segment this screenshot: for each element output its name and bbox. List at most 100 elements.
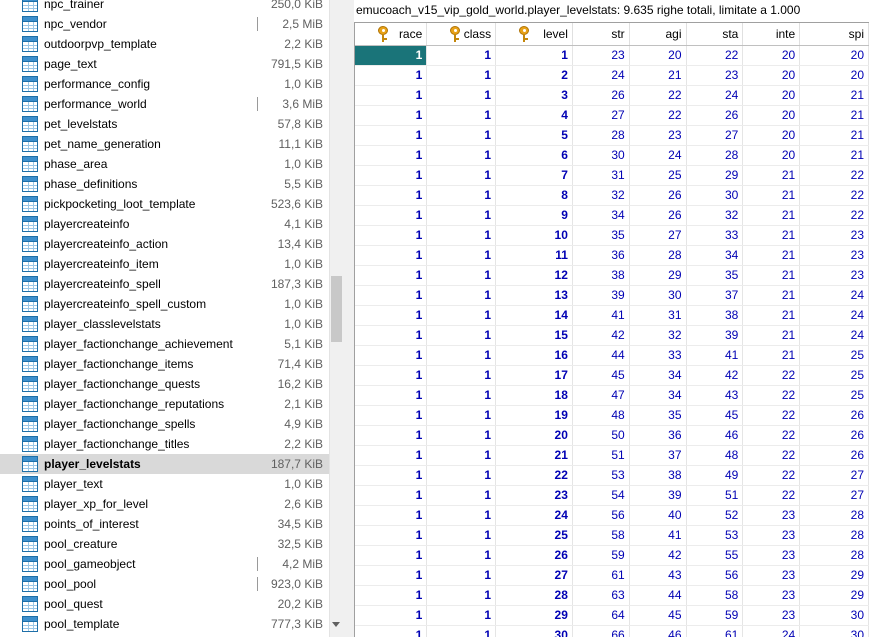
cell-inte[interactable]: 22 bbox=[742, 405, 801, 426]
cell-level[interactable]: 25 bbox=[495, 525, 573, 546]
cell-agi[interactable]: 44 bbox=[629, 585, 687, 606]
cell-inte[interactable]: 21 bbox=[742, 345, 801, 366]
table-list-item[interactable]: phase_area 1,0 KiB bbox=[0, 154, 329, 174]
cell-class[interactable]: 1 bbox=[426, 345, 497, 366]
cell-inte[interactable]: 22 bbox=[742, 445, 801, 466]
table-list-item[interactable]: pool_creature 32,5 KiB bbox=[0, 534, 329, 554]
cell-agi[interactable]: 34 bbox=[629, 365, 687, 386]
cell-race[interactable]: 1 bbox=[355, 585, 428, 606]
table-list-item[interactable]: page_text 791,5 KiB bbox=[0, 54, 329, 74]
cell-level[interactable]: 26 bbox=[495, 545, 573, 566]
table-list-item[interactable]: player_factionchange_achievement 5,1 KiB bbox=[0, 334, 329, 354]
column-header-agi[interactable]: agi bbox=[629, 23, 687, 46]
cell-str[interactable]: 63 bbox=[572, 585, 630, 606]
table-row[interactable]: 1 1 9 34 26 32 21 22 bbox=[355, 205, 869, 226]
cell-class[interactable]: 1 bbox=[426, 385, 497, 406]
cell-str[interactable]: 42 bbox=[572, 325, 630, 346]
cell-class[interactable]: 1 bbox=[426, 325, 497, 346]
cell-str[interactable]: 66 bbox=[572, 625, 630, 637]
cell-sta[interactable]: 41 bbox=[686, 345, 744, 366]
table-row[interactable]: 1 1 17 45 34 42 22 25 bbox=[355, 365, 869, 386]
table-list-item[interactable]: performance_world 3,6 MiB bbox=[0, 94, 329, 114]
cell-inte[interactable]: 22 bbox=[742, 425, 801, 446]
cell-level[interactable]: 9 bbox=[495, 205, 573, 226]
table-row[interactable]: 1 1 23 54 39 51 22 27 bbox=[355, 485, 869, 506]
cell-str[interactable]: 24 bbox=[572, 65, 630, 86]
cell-level[interactable]: 3 bbox=[495, 85, 573, 106]
cell-inte[interactable]: 21 bbox=[742, 225, 801, 246]
cell-spi[interactable]: 26 bbox=[799, 405, 869, 426]
cell-sta[interactable]: 37 bbox=[686, 285, 744, 306]
cell-sta[interactable]: 23 bbox=[686, 65, 744, 86]
cell-level[interactable]: 2 bbox=[495, 65, 573, 86]
cell-inte[interactable]: 21 bbox=[742, 245, 801, 266]
cell-class[interactable]: 1 bbox=[426, 225, 497, 246]
cell-agi[interactable]: 21 bbox=[629, 65, 687, 86]
cell-race[interactable]: 1 bbox=[355, 85, 428, 106]
cell-level[interactable]: 6 bbox=[495, 145, 573, 166]
table-list-item[interactable]: npc_vendor 2,5 MiB bbox=[0, 14, 329, 34]
cell-sta[interactable]: 29 bbox=[686, 165, 744, 186]
cell-agi[interactable]: 38 bbox=[629, 465, 687, 486]
cell-race[interactable]: 1 bbox=[355, 45, 428, 66]
cell-spi[interactable]: 30 bbox=[799, 605, 869, 626]
table-row[interactable]: 1 1 11 36 28 34 21 23 bbox=[355, 245, 869, 266]
table-list-item[interactable]: pool_template 777,3 KiB bbox=[0, 614, 329, 634]
cell-sta[interactable]: 30 bbox=[686, 185, 744, 206]
cell-spi[interactable]: 24 bbox=[799, 285, 869, 306]
column-header-str[interactable]: str bbox=[572, 23, 630, 46]
cell-sta[interactable]: 42 bbox=[686, 365, 744, 386]
cell-sta[interactable]: 43 bbox=[686, 385, 744, 406]
cell-race[interactable]: 1 bbox=[355, 285, 428, 306]
cell-race[interactable]: 1 bbox=[355, 65, 428, 86]
cell-race[interactable]: 1 bbox=[355, 105, 428, 126]
cell-class[interactable]: 1 bbox=[426, 625, 497, 637]
cell-sta[interactable]: 48 bbox=[686, 445, 744, 466]
cell-inte[interactable]: 23 bbox=[742, 585, 801, 606]
cell-level[interactable]: 17 bbox=[495, 365, 573, 386]
table-row[interactable]: 1 1 15 42 32 39 21 24 bbox=[355, 325, 869, 346]
table-list-item[interactable]: pool_gameobject 4,2 MiB bbox=[0, 554, 329, 574]
cell-race[interactable]: 1 bbox=[355, 265, 428, 286]
cell-race[interactable]: 1 bbox=[355, 325, 428, 346]
cell-sta[interactable]: 38 bbox=[686, 305, 744, 326]
cell-race[interactable]: 1 bbox=[355, 145, 428, 166]
cell-sta[interactable]: 46 bbox=[686, 425, 744, 446]
cell-sta[interactable]: 39 bbox=[686, 325, 744, 346]
cell-class[interactable]: 1 bbox=[426, 145, 497, 166]
cell-spi[interactable]: 28 bbox=[799, 505, 869, 526]
cell-race[interactable]: 1 bbox=[355, 605, 428, 626]
column-header-level[interactable]: level bbox=[495, 23, 573, 46]
cell-inte[interactable]: 22 bbox=[742, 365, 801, 386]
cell-agi[interactable]: 40 bbox=[629, 505, 687, 526]
cell-agi[interactable]: 25 bbox=[629, 165, 687, 186]
table-list-item[interactable]: pool_quest 20,2 KiB bbox=[0, 594, 329, 614]
cell-sta[interactable]: 34 bbox=[686, 245, 744, 266]
cell-level[interactable]: 21 bbox=[495, 445, 573, 466]
cell-sta[interactable]: 61 bbox=[686, 625, 744, 637]
cell-race[interactable]: 1 bbox=[355, 385, 428, 406]
cell-race[interactable]: 1 bbox=[355, 125, 428, 146]
table-list-item[interactable]: pet_levelstats 57,8 KiB bbox=[0, 114, 329, 134]
cell-agi[interactable]: 27 bbox=[629, 225, 687, 246]
cell-spi[interactable]: 22 bbox=[799, 185, 869, 206]
cell-agi[interactable]: 24 bbox=[629, 145, 687, 166]
column-header-sta[interactable]: sta bbox=[686, 23, 744, 46]
table-row[interactable]: 1 1 19 48 35 45 22 26 bbox=[355, 405, 869, 426]
table-row[interactable]: 1 1 18 47 34 43 22 25 bbox=[355, 385, 869, 406]
cell-class[interactable]: 1 bbox=[426, 465, 497, 486]
table-row[interactable]: 1 1 20 50 36 46 22 26 bbox=[355, 425, 869, 446]
cell-class[interactable]: 1 bbox=[426, 125, 497, 146]
cell-class[interactable]: 1 bbox=[426, 485, 497, 506]
cell-spi[interactable]: 20 bbox=[799, 45, 869, 66]
cell-agi[interactable]: 35 bbox=[629, 405, 687, 426]
cell-inte[interactable]: 21 bbox=[742, 285, 801, 306]
table-row[interactable]: 1 1 24 56 40 52 23 28 bbox=[355, 505, 869, 526]
cell-spi[interactable]: 21 bbox=[799, 85, 869, 106]
cell-spi[interactable]: 28 bbox=[799, 525, 869, 546]
cell-race[interactable]: 1 bbox=[355, 545, 428, 566]
cell-sta[interactable]: 28 bbox=[686, 145, 744, 166]
table-row[interactable]: 1 1 3 26 22 24 20 21 bbox=[355, 85, 869, 106]
column-header-spi[interactable]: spi bbox=[799, 23, 869, 46]
cell-inte[interactable]: 21 bbox=[742, 325, 801, 346]
